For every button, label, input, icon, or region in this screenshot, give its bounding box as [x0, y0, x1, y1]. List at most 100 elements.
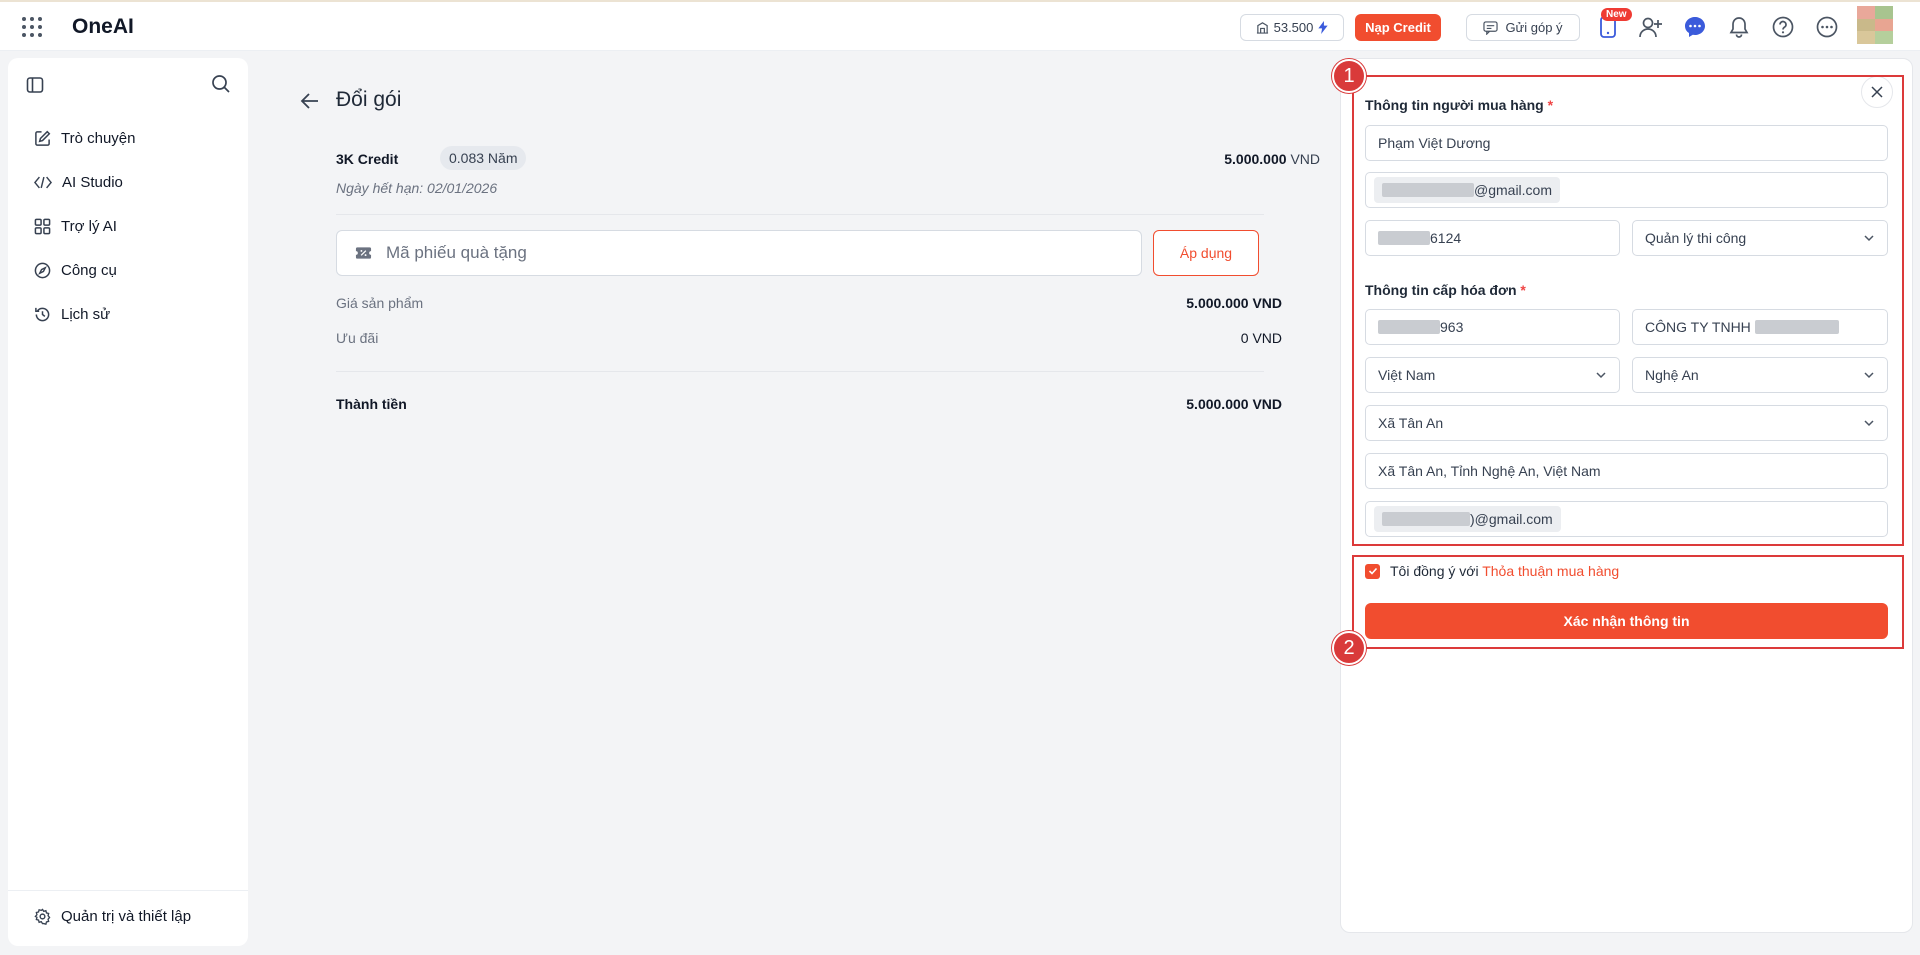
- apply-voucher-button[interactable]: Áp dụng: [1153, 230, 1259, 276]
- compass-icon: [34, 262, 51, 278]
- sidebar-item-label: Trò chuyện: [61, 129, 136, 147]
- credit-balance[interactable]: 53.500: [1240, 14, 1344, 41]
- buyer-email-field[interactable]: @gmail.com: [1365, 172, 1888, 208]
- add-user-icon[interactable]: [1638, 14, 1664, 40]
- invoice-info-title-text: Thông tin cấp hóa đơn: [1365, 282, 1517, 298]
- building-icon: [1256, 22, 1268, 34]
- agree-checkbox[interactable]: [1365, 563, 1380, 579]
- tax-code-suffix: 963: [1440, 319, 1464, 335]
- address-field[interactable]: Xã Tân An, Tỉnh Nghệ An, Việt Nam: [1365, 453, 1888, 489]
- address-value: Xã Tân An, Tỉnh Nghệ An, Việt Nam: [1378, 463, 1601, 479]
- sidebar-nav: Trò chuyện AI Studio Trợ lý AI Công cụ L…: [24, 116, 234, 336]
- redacted-text: [1382, 183, 1474, 197]
- topup-credit-button[interactable]: Nạp Credit: [1355, 14, 1441, 41]
- required-mark: *: [1520, 282, 1526, 298]
- buyer-name-field[interactable]: Phạm Việt Dương: [1365, 125, 1888, 161]
- feedback-icon: [1483, 20, 1499, 35]
- required-mark: *: [1547, 97, 1554, 113]
- bell-icon[interactable]: [1726, 14, 1752, 40]
- lightning-icon: [1318, 21, 1329, 34]
- province-select[interactable]: Nghệ An: [1632, 357, 1888, 393]
- redacted-text: [1378, 320, 1440, 334]
- chevron-down-icon: [1864, 420, 1874, 427]
- buyer-email-chip: @gmail.com: [1374, 177, 1561, 203]
- top-bar: OneAI 53.500 Nạp Credit Gửi góp ý New: [0, 0, 1920, 51]
- divider: [336, 214, 1264, 215]
- chevron-down-icon: [1864, 235, 1874, 242]
- messenger-icon[interactable]: [1682, 14, 1708, 40]
- search-icon[interactable]: [211, 74, 231, 99]
- sidebar-item-label: Công cụ: [61, 261, 117, 279]
- redacted-text: [1382, 512, 1470, 526]
- history-icon: [35, 307, 50, 321]
- agree-text: Tôi đồng ý với Thỏa thuận mua hàng: [1390, 563, 1619, 579]
- redacted-text: [1754, 320, 1839, 334]
- ward-value: Xã Tân An: [1378, 415, 1444, 431]
- confirm-info-button[interactable]: Xác nhận thông tin: [1365, 603, 1888, 639]
- discount-label: Ưu đãi: [336, 330, 379, 346]
- feedback-button[interactable]: Gửi góp ý: [1466, 14, 1580, 41]
- package-expiry: Ngày hết hạn: 02/01/2026: [336, 180, 498, 196]
- voucher-input[interactable]: [386, 243, 986, 263]
- code-icon: [34, 176, 52, 188]
- buyer-phone-field[interactable]: 6124: [1365, 220, 1620, 256]
- total-label: Thành tiền: [336, 396, 407, 412]
- package-price-currency: VND: [1290, 151, 1320, 167]
- country-value: Việt Nam: [1378, 367, 1436, 383]
- buyer-role-value: Quản lý thi công: [1645, 230, 1747, 246]
- country-select[interactable]: Việt Nam: [1365, 357, 1620, 393]
- sidebar-divider: [8, 890, 248, 891]
- sidebar-item-tools[interactable]: Công cụ: [24, 248, 234, 292]
- sidebar-toggle-icon[interactable]: [26, 76, 44, 99]
- sidebar-item-chat[interactable]: Trò chuyện: [24, 116, 234, 160]
- sidebar-item-settings[interactable]: Quản trị và thiết lập: [34, 908, 191, 925]
- buyer-phone-suffix: 6124: [1430, 230, 1462, 246]
- package-price-value: 5.000.000: [1224, 151, 1287, 167]
- redacted-text: [1378, 231, 1430, 245]
- credit-balance-value: 53.500: [1273, 20, 1314, 35]
- province-value: Nghệ An: [1645, 367, 1699, 383]
- buyer-info-title: Thông tin người mua hàng *: [1365, 97, 1553, 113]
- chevron-down-icon: [1864, 372, 1874, 379]
- purchase-agreement-link[interactable]: Thỏa thuận mua hàng: [1482, 563, 1619, 579]
- avatar[interactable]: [1857, 6, 1893, 44]
- page-title: Đổi gói: [336, 88, 402, 111]
- invoice-info-title: Thông tin cấp hóa đơn *: [1365, 282, 1526, 298]
- feedback-label: Gửi góp ý: [1505, 20, 1563, 35]
- sidebar-item-label: Trợ lý AI: [61, 217, 117, 235]
- sidebar-item-ai-studio[interactable]: AI Studio: [24, 160, 234, 204]
- check-icon: [1368, 567, 1377, 575]
- buyer-email-suffix: @gmail.com: [1474, 182, 1553, 198]
- buyer-info-title-text: Thông tin người mua hàng: [1365, 97, 1544, 113]
- package-name: 3K Credit: [336, 151, 399, 167]
- gear-icon: [34, 908, 51, 925]
- package-duration-badge: 0.083 Năm: [440, 146, 527, 170]
- sidebar-item-history[interactable]: Lịch sử: [24, 292, 234, 336]
- invoice-email-suffix: )@gmail.com: [1470, 511, 1553, 527]
- settings-label: Quản trị và thiết lập: [61, 908, 192, 925]
- company-name-field[interactable]: CÔNG TY TNHH: [1632, 309, 1888, 345]
- brand-logo[interactable]: OneAI: [72, 15, 134, 39]
- tax-code-field[interactable]: 963: [1365, 309, 1620, 345]
- package-price: 5.000.000 VND: [1224, 151, 1320, 167]
- ward-select[interactable]: Xã Tân An: [1365, 405, 1888, 441]
- invoice-email-chip: )@gmail.com: [1374, 506, 1561, 532]
- buyer-role-select[interactable]: Quản lý thi công: [1632, 220, 1888, 256]
- back-arrow-icon[interactable]: [300, 92, 320, 115]
- total-value: 5.000.000 VND: [1186, 396, 1282, 412]
- invoice-email-field[interactable]: )@gmail.com: [1365, 501, 1888, 537]
- buyer-name-value: Phạm Việt Dương: [1378, 135, 1491, 151]
- company-prefix: CÔNG TY TNHH: [1645, 319, 1751, 335]
- annotation-marker-1: 1: [1332, 59, 1366, 93]
- edit-icon: [35, 130, 51, 146]
- main-content: Đổi gói 3K Credit 0.083 Năm 5.000.000 VN…: [256, 58, 1338, 946]
- new-badge: New: [1601, 8, 1632, 21]
- apps-grid-icon[interactable]: [22, 17, 42, 37]
- agree-terms[interactable]: Tôi đồng ý với Thỏa thuận mua hàng: [1365, 563, 1619, 579]
- more-options-icon[interactable]: [1814, 14, 1840, 40]
- discount-value: 0 VND: [1240, 330, 1282, 346]
- sidebar-item-ai-assistant[interactable]: Trợ lý AI: [24, 204, 234, 248]
- help-icon[interactable]: [1770, 14, 1796, 40]
- voucher-field[interactable]: [336, 230, 1142, 276]
- agree-prefix: Tôi đồng ý với: [1390, 563, 1479, 579]
